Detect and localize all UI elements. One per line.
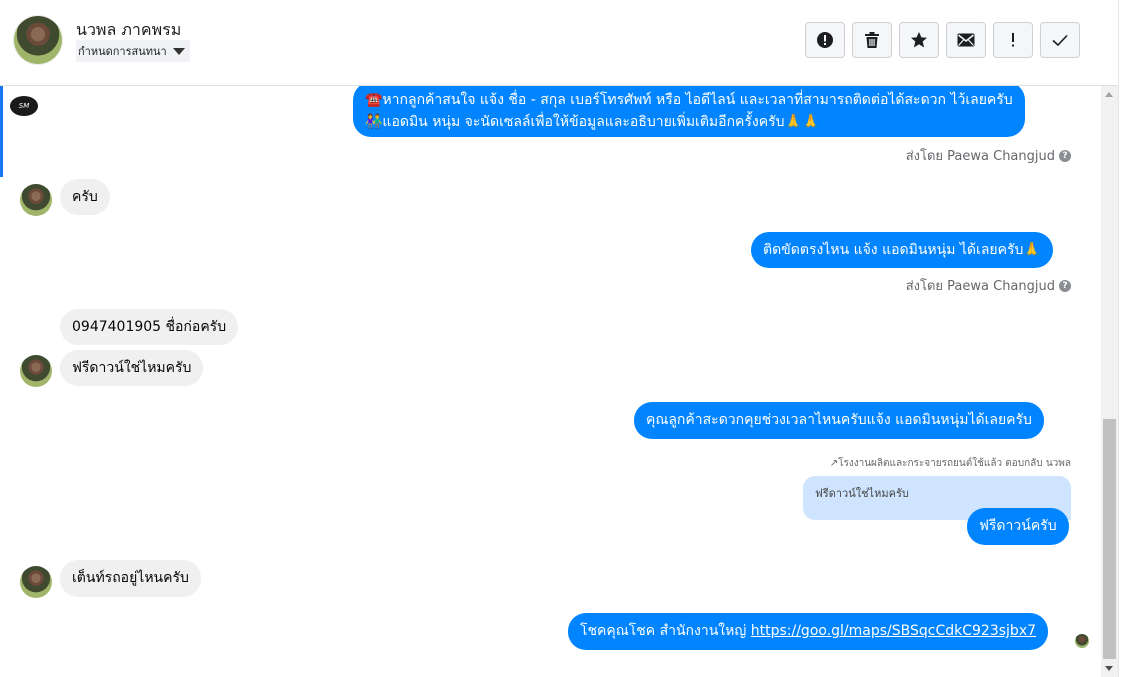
- follow-up-button[interactable]: [993, 22, 1033, 58]
- sent-by-label: ส่งโดย Paewa Changjud ?: [906, 145, 1071, 166]
- conversation-toolbar: [805, 22, 1080, 58]
- sent-by-text: ส่งโดย Paewa Changjud: [905, 279, 1055, 294]
- message-bubble-outgoing[interactable]: ฟรีดาวน์ครับ: [967, 508, 1069, 545]
- message-thread[interactable]: SM ☎️หากลูกค้าสนใจ แจ้ง ชื่อ - สกุล เบอร…: [0, 86, 1101, 677]
- message-bubble-outgoing[interactable]: ☎️หากลูกค้าสนใจ แจ้ง ชื่อ - สกุล เบอร์โท…: [353, 86, 1025, 137]
- mail-icon: [957, 33, 975, 47]
- message-line: ☎️หากลูกค้าสนใจ แจ้ง ชื่อ - สกุล เบอร์โท…: [365, 92, 1013, 108]
- seen-indicator-avatar: [1075, 634, 1089, 648]
- message-bubble-outgoing[interactable]: ติดขัดตรงไหน แจ้ง แอดมินหนุ่ม ได้เลยครับ…: [751, 232, 1053, 268]
- page-logo: SM: [10, 96, 38, 116]
- contact-avatar-small: [20, 566, 52, 598]
- message-bubble-incoming[interactable]: เต็นท์รถอยู่ไหนครับ: [60, 560, 201, 597]
- conversation-header: นวพล ภาคพรม กำหนดการสนทนา: [0, 0, 1118, 86]
- message-bubble-incoming[interactable]: 0947401905 ชื่อก่อครับ: [60, 309, 239, 345]
- help-icon[interactable]: ?: [1059, 279, 1071, 292]
- conversation-status-label: กำหนดการสนทนา: [78, 45, 167, 58]
- message-bubble-incoming[interactable]: ฟรีดาวน์ใช่ไหมครับ: [60, 350, 204, 386]
- message-bubble-outgoing[interactable]: โชคคุณโชค สำนักงานใหญ่ https://goo.gl/ma…: [568, 613, 1049, 650]
- window-edge: [1118, 0, 1123, 677]
- star-icon: [911, 32, 927, 48]
- message-bubble-incoming[interactable]: ครับ: [60, 179, 110, 215]
- trash-icon: [865, 32, 879, 48]
- thread-scrollbar[interactable]: [1101, 86, 1118, 677]
- map-link[interactable]: https://goo.gl/maps/SBSqcCdkC923sjbx7: [751, 623, 1036, 639]
- star-button[interactable]: [899, 22, 939, 58]
- contact-avatar[interactable]: [14, 16, 62, 64]
- message-line: 👫แอดมิน หนุ่ม จะนัดเซลล์เพื่อให้ข้อมูลแล…: [365, 114, 820, 130]
- mark-done-button[interactable]: [1040, 22, 1080, 58]
- exclamation-icon: [1012, 33, 1014, 47]
- scroll-up-arrow-icon[interactable]: [1105, 92, 1113, 97]
- scrollbar-thumb[interactable]: [1103, 419, 1116, 659]
- message-text: โชคคุณโชค สำนักงานใหญ่: [580, 623, 751, 639]
- contact-avatar-small: [20, 184, 52, 216]
- sent-by-label: ส่งโดย Paewa Changjud ?: [906, 275, 1071, 296]
- check-icon: [1052, 34, 1068, 47]
- alert-circle-icon: [817, 32, 833, 48]
- help-icon[interactable]: ?: [1059, 149, 1071, 162]
- caret-down-icon: [172, 47, 185, 55]
- contact-avatar-small: [20, 355, 52, 387]
- sent-by-text: ส่งโดย Paewa Changjud: [905, 149, 1055, 164]
- selection-accent: [0, 86, 3, 177]
- conversation-status-dropdown[interactable]: กำหนดการสนทนา: [76, 40, 190, 62]
- message-bubble-outgoing[interactable]: คุณลูกค้าสะดวกคุยช่วงเวลาไหนครับแจ้ง แอด…: [634, 402, 1044, 439]
- scroll-down-arrow-icon[interactable]: [1105, 666, 1113, 671]
- delete-button[interactable]: [852, 22, 892, 58]
- mark-unread-button[interactable]: [946, 22, 986, 58]
- mark-spam-button[interactable]: [805, 22, 845, 58]
- reply-context-label: ↗โรงงานผลิตและกระจายรถยนต์ใช้แล้ว ตอบกลั…: [829, 458, 1071, 469]
